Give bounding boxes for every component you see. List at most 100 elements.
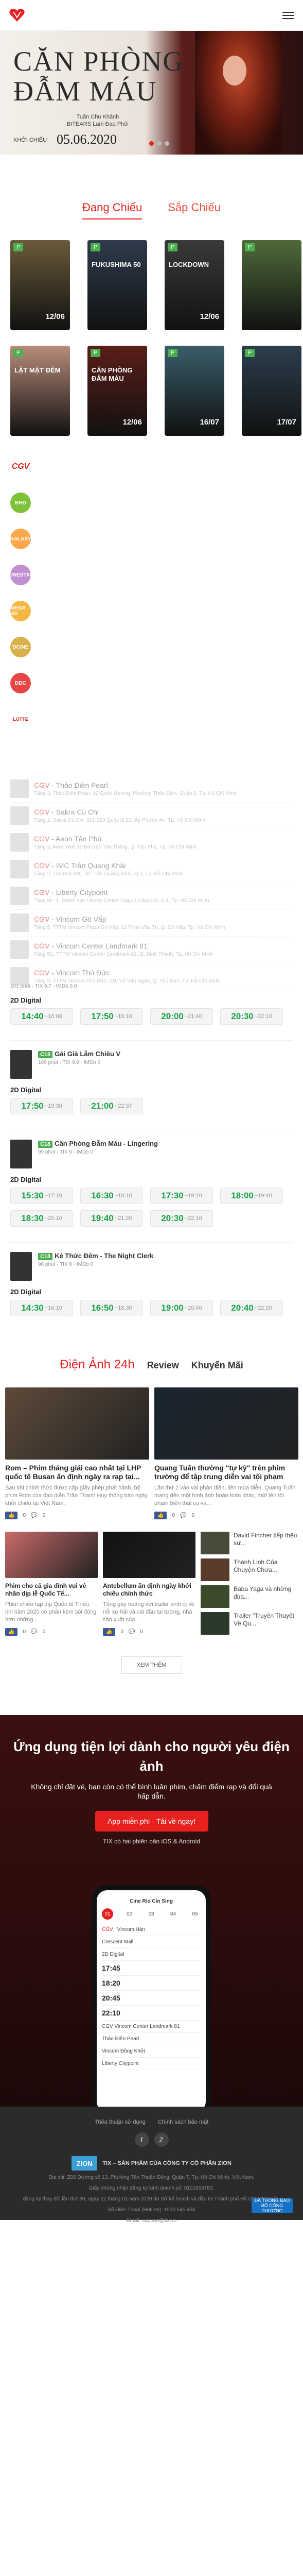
like-icon[interactable]: 👍 <box>5 1628 18 1636</box>
megags-logo-icon[interactable]: MEGA GS <box>10 601 31 621</box>
comment-icon[interactable]: 💬 <box>180 1513 186 1518</box>
zion-logo[interactable]: ZION <box>72 2156 98 2171</box>
tab-news-24h[interactable]: Điện Ảnh 24h <box>60 1358 134 1372</box>
cinema-brand: CGV <box>34 969 50 977</box>
banner-dot[interactable] <box>157 141 162 146</box>
movie-card[interactable]: P 12/06 <box>10 240 70 330</box>
footer-company: ZION TIX – SẢN PHẨM CỦA CÔNG TY CỔ PHẦN … <box>10 2156 293 2171</box>
tab-now-showing[interactable]: Đang Chiếu <box>82 201 142 219</box>
showtime-button[interactable]: 19:40 ~21:20 <box>80 1210 143 1227</box>
showtime-button[interactable]: 16:30 ~18:10 <box>80 1188 143 1204</box>
facebook-icon[interactable]: f <box>134 2132 149 2147</box>
news-mini-thumbnail <box>201 1532 229 1554</box>
news-mini-list: David Fincher tiếp thêu sự... Thánh Linh … <box>201 1532 298 1636</box>
like-icon[interactable]: 👍 <box>103 1628 116 1636</box>
like-icon[interactable]: 👍 <box>154 1512 167 1519</box>
movie-tabs: Đang Chiếu Sắp Chiếu <box>0 201 303 219</box>
phone-row-brand: CGV <box>102 1927 113 1933</box>
showtime-start: 20:30 <box>231 1011 254 1021</box>
cinestar-logo-icon[interactable]: CINESTAR <box>8 565 33 585</box>
showtime-button[interactable]: 20:30 ~22:10 <box>150 1210 213 1227</box>
showtime-button[interactable]: 14:40 ~16:00 <box>10 1008 73 1025</box>
comment-icon[interactable]: 💬 <box>31 1629 37 1635</box>
banner-dot[interactable] <box>165 141 169 146</box>
tab-coming-soon[interactable]: Sắp Chiếu <box>168 201 221 219</box>
cinema-item[interactable]: CGV - Thảo Điền Pearl Tầng 3, Thảo Điền P… <box>10 776 293 803</box>
news-card[interactable]: Antebellum ấn định ngày khởi chiếu chính… <box>103 1532 195 1636</box>
film-header[interactable]: C18 Gái Già Lắm Chiêu V 100 phút - TIX 9.8… <box>10 1050 293 1079</box>
showtime-button[interactable]: 14:30 ~16:10 <box>10 1300 73 1316</box>
news-mini-item[interactable]: David Fincher tiếp thêu sự... <box>201 1532 298 1554</box>
hamburger-menu-icon[interactable] <box>282 11 294 19</box>
app-note[interactable]: TIX có hai phiên bản iOS & Android <box>10 1838 293 1845</box>
showtime-button[interactable]: 19:00 ~20:40 <box>150 1300 213 1316</box>
showtime-button[interactable]: 16:50 ~18:30 <box>80 1300 143 1316</box>
news-card[interactable]: Rom – Phim tháng giải cao nhất tại LHP q… <box>5 1387 149 1519</box>
cinema-brand: CGV <box>34 835 50 843</box>
news-card[interactable]: Phim cho cả gia đình vui vẻ nhân dịp lễ … <box>5 1532 98 1636</box>
showtime-button[interactable]: 17:50 ~19:10 <box>80 1008 143 1025</box>
news-card[interactable]: Quang Tuấn thường "tự kỷ" trên phim trườ… <box>154 1387 298 1519</box>
load-more-button[interactable]: XEM THÊM <box>121 1656 182 1674</box>
comment-icon[interactable]: 💬 <box>129 1629 135 1635</box>
movie-card[interactable]: P 17/07 <box>242 346 301 436</box>
showtime-button[interactable]: 15:30 ~17:10 <box>10 1188 73 1204</box>
banner-dot[interactable] <box>149 141 154 146</box>
footer-link[interactable]: Thỏa thuận sử dụng <box>95 2119 146 2125</box>
movie-card[interactable]: P Lật Mặt Đêm <box>10 346 70 436</box>
news-mini-item[interactable]: Trailer "Truyền Thuyết Về Qu... <box>201 1612 298 1635</box>
galaxy-logo-icon[interactable]: GALAXY <box>10 529 31 549</box>
bhd-logo-icon[interactable]: BHD <box>10 493 31 513</box>
cinema-item[interactable]: CGV - Vincom Thủ Đức Tầng 5, TTTM Vincom … <box>10 963 293 990</box>
film-header[interactable]: C18 Kẻ Thức Đêm - The Night Clerk 96 phút … <box>10 1252 293 1281</box>
cinema-item[interactable]: CGV - Aeon Tân Phú Tầng 3, Aeon Mall 30 B… <box>10 829 293 856</box>
comment-icon[interactable]: 💬 <box>31 1513 37 1518</box>
cinema-item[interactable]: CGV - Vincom Gò Vấp Tầng 5, TTTM Vincom P… <box>10 910 293 937</box>
showtime-button[interactable]: 18:00 ~19:40 <box>220 1188 283 1204</box>
dcine-logo-icon[interactable]: DCINE <box>10 637 31 657</box>
phone-row-name: Liberty Citypoint <box>102 2061 139 2066</box>
like-icon[interactable]: 👍 <box>5 1512 18 1519</box>
phone-row: Liberty Citypoint <box>102 2058 201 2070</box>
film-header[interactable]: C18 Căn Phòng Đẫm Máu - Lingering 99 phút … <box>10 1140 293 1168</box>
cinema-brand: CGV <box>34 861 50 870</box>
movie-card[interactable]: P 16/07 <box>165 346 224 436</box>
tab-promotion[interactable]: Khuyến Mãi <box>191 1360 243 1371</box>
cinema-item[interactable]: CGV - Liberty Citypoint Tầng M - 1, khách… <box>10 883 293 910</box>
lotte-logo-icon[interactable]: LOTTE <box>10 709 31 730</box>
showtime-button[interactable]: 21:00 ~22:37 <box>80 1098 143 1114</box>
comment-count: 0 <box>191 1513 195 1518</box>
heart-logo-icon[interactable] <box>9 8 25 22</box>
zalo-icon[interactable]: Z <box>154 2132 169 2147</box>
movie-card[interactable]: P Lockdown 12/06 <box>165 240 224 330</box>
cinema-address: Tầng 3, Aeon Mall 30 Bờ Bao Tân Thắng, Q… <box>34 844 197 850</box>
cinema-item[interactable]: CGV - IMC Trần Quang Khải Tầng 2, Tòa nhà… <box>10 856 293 883</box>
showtime-button[interactable]: 20:00 ~21:40 <box>150 1008 213 1025</box>
showtime-button[interactable]: 17:50 ~19:30 <box>10 1098 73 1114</box>
showtime-film: C18 Kẻ Thức Đêm - The Night Clerk 96 phút … <box>10 1242 293 1316</box>
showtime-button[interactable]: 20:40 ~22:20 <box>220 1300 283 1316</box>
hero-banner[interactable]: CĂN PHÒNG ĐẪM MÁU Tuấn Chu Khánh BITEARS… <box>0 31 303 155</box>
movie-card[interactable]: P <box>242 240 301 330</box>
news-mini-item[interactable]: Thánh Linh Của Chuyện Chưa... <box>201 1558 298 1581</box>
movie-card[interactable]: P Căn Phòng Đẫm Máu 12/06 <box>87 346 147 436</box>
phone-row: Thảo Điền Pearl <box>102 2033 201 2045</box>
showtime-button[interactable]: 17:30 ~19:10 <box>150 1188 213 1204</box>
download-app-button[interactable]: App miễn phí - Tải về ngay! <box>95 1811 208 1832</box>
footer-link[interactable]: Chính sách bảo mật <box>158 2119 208 2125</box>
movie-card[interactable]: P Fukushima 50 <box>87 240 147 330</box>
showtime-button[interactable]: 20:30 ~22:10 <box>220 1008 283 1025</box>
tab-review[interactable]: Review <box>147 1360 179 1371</box>
news-mini-item[interactable]: Baba Yaga và những đúa... <box>201 1585 298 1608</box>
showtime-button[interactable]: 18:30 ~20:10 <box>10 1210 73 1227</box>
cinema-item[interactable]: CGV - Sakra Cù Chi Tầng 2, Sakra Cù Chi, … <box>10 803 293 829</box>
bct-badge[interactable]: ĐÃ THÔNG BÁO BỘ CÔNG THƯƠNG <box>252 2198 293 2213</box>
cgv-logo-icon[interactable]: CGV <box>10 456 31 477</box>
age-rating-badge: C18 <box>38 1253 53 1260</box>
cinema-info: CGV - Liberty Citypoint Tầng M - 1, khách… <box>34 888 209 904</box>
cinema-name-text: - Vincom Gò Vấp <box>49 915 106 923</box>
phone-time: 18:20 <box>102 1979 120 1987</box>
ddc-logo-icon[interactable]: DDC <box>10 673 31 693</box>
format-label: 2D Digital <box>10 1176 41 1183</box>
cinema-item[interactable]: CGV - Vincom Center Landmark 81 Tầng B1, … <box>10 937 293 963</box>
